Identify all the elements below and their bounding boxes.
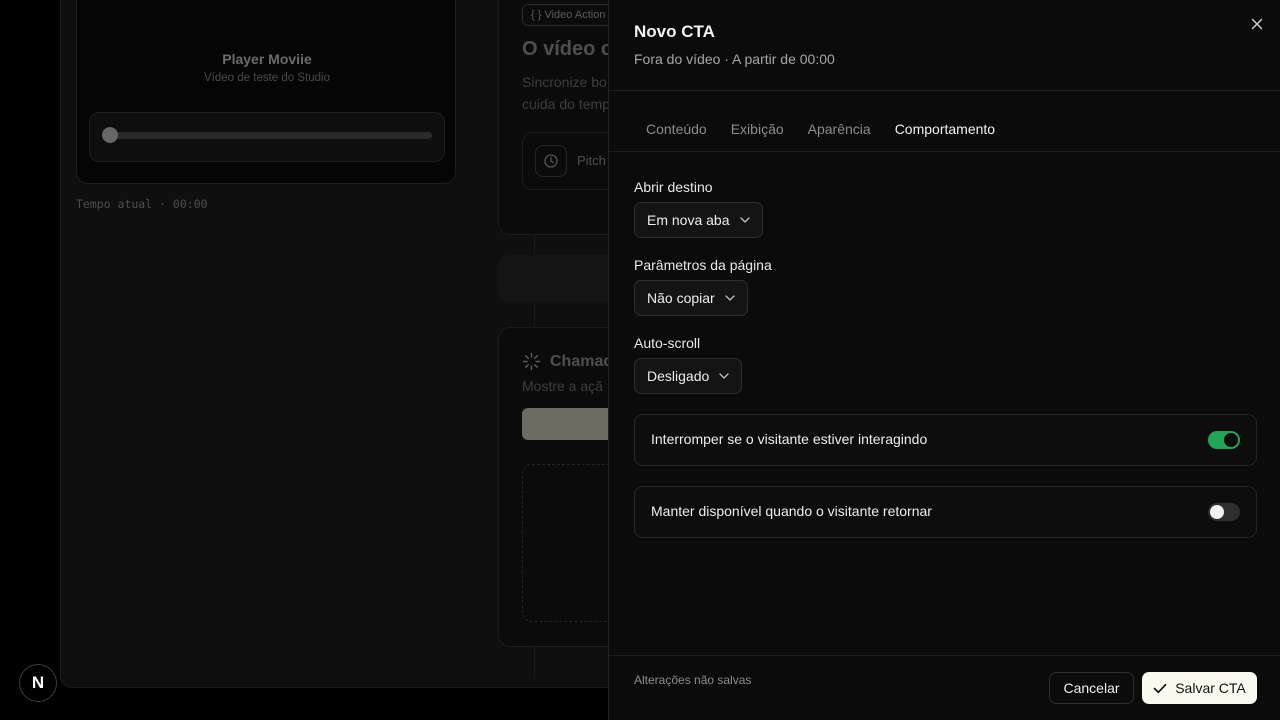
chevron-down-icon — [739, 217, 750, 223]
chevron-down-icon — [719, 373, 729, 379]
clock-icon — [535, 145, 567, 177]
interrupt-toggle-label: Interromper se o visitante estiver inter… — [651, 431, 928, 447]
section-heading: O vídeo c — [522, 38, 613, 60]
player-scrubber[interactable] — [89, 112, 445, 162]
section-description-line1: Sincronize bo — [522, 74, 607, 90]
sparkle-cursor-icon — [522, 352, 541, 376]
close-button[interactable] — [1247, 14, 1267, 34]
close-icon — [1251, 18, 1263, 30]
interrupt-toggle-switch[interactable] — [1208, 431, 1240, 449]
save-cta-button[interactable]: Salvar CTA — [1142, 672, 1257, 704]
section-description-line2: cuida do temp — [522, 96, 610, 112]
save-cta-label: Salvar CTA — [1175, 680, 1246, 696]
tab-display[interactable]: Exibição — [719, 118, 796, 140]
keep-available-toggle-row: Manter disponível quando o visitante ret… — [634, 486, 1257, 538]
cancel-button[interactable]: Cancelar — [1049, 672, 1134, 704]
chevron-down-icon — [725, 295, 735, 301]
keep-available-toggle-label: Manter disponível quando o visitante ret… — [651, 503, 932, 519]
keep-available-toggle-switch[interactable] — [1208, 503, 1240, 521]
panel-title: Novo CTA — [634, 22, 715, 41]
current-time-label: Tempo atual · 00:00 — [76, 197, 208, 211]
page-params-label: Parâmetros da página — [634, 257, 772, 273]
player-title: Player Moviie — [222, 51, 312, 67]
open-target-value: Em nova aba — [647, 212, 730, 228]
tab-behavior[interactable]: Comportamento — [883, 118, 1007, 140]
unsaved-changes-status: Alterações não salvas — [634, 673, 752, 687]
toggle-thumb — [1224, 433, 1238, 447]
new-cta-panel: Novo CTA Fora do vídeo · A partir de 00:… — [608, 0, 1280, 720]
open-target-label: Abrir destino — [634, 179, 713, 195]
video-actions-chip: { } Video Action — [522, 4, 615, 26]
cta-section-title: Chamad — [550, 353, 614, 370]
interrupt-toggle-row: Interromper se o visitante estiver inter… — [634, 414, 1257, 466]
scrubber-track[interactable] — [104, 132, 432, 139]
open-target-select[interactable]: Em nova aba — [634, 202, 763, 238]
auto-scroll-value: Desligado — [647, 368, 710, 384]
tabs-divider — [609, 151, 1280, 152]
footer-divider — [609, 655, 1280, 656]
video-actions-label: Video Action — [544, 9, 606, 21]
player-subtitle: Vídeo de teste do Studio — [204, 72, 330, 84]
app-logo-button[interactable]: N — [19, 664, 57, 702]
braces-icon: { } — [531, 9, 542, 21]
tab-bar: Conteúdo Exibição Aparência Comportament… — [634, 118, 1007, 140]
logo-letter: N — [31, 673, 45, 692]
tab-content[interactable]: Conteúdo — [634, 118, 719, 140]
scrubber-handle[interactable] — [102, 127, 118, 143]
auto-scroll-select[interactable]: Desligado — [634, 358, 743, 394]
panel-subtitle: Fora do vídeo · A partir de 00:00 — [634, 51, 835, 67]
check-icon — [1153, 683, 1167, 693]
tab-appearance[interactable]: Aparência — [796, 118, 883, 140]
page-params-value: Não copiar — [647, 290, 715, 306]
toggle-thumb — [1210, 505, 1224, 519]
pitch-label: Pitch — [577, 153, 606, 168]
page-params-select[interactable]: Não copiar — [634, 280, 748, 316]
video-player[interactable]: Player Moviie Vídeo de teste do Studio — [76, 0, 456, 184]
cta-section-description: Mostre a açã — [522, 378, 603, 394]
auto-scroll-label: Auto-scroll — [634, 335, 701, 351]
header-divider — [609, 90, 1280, 91]
